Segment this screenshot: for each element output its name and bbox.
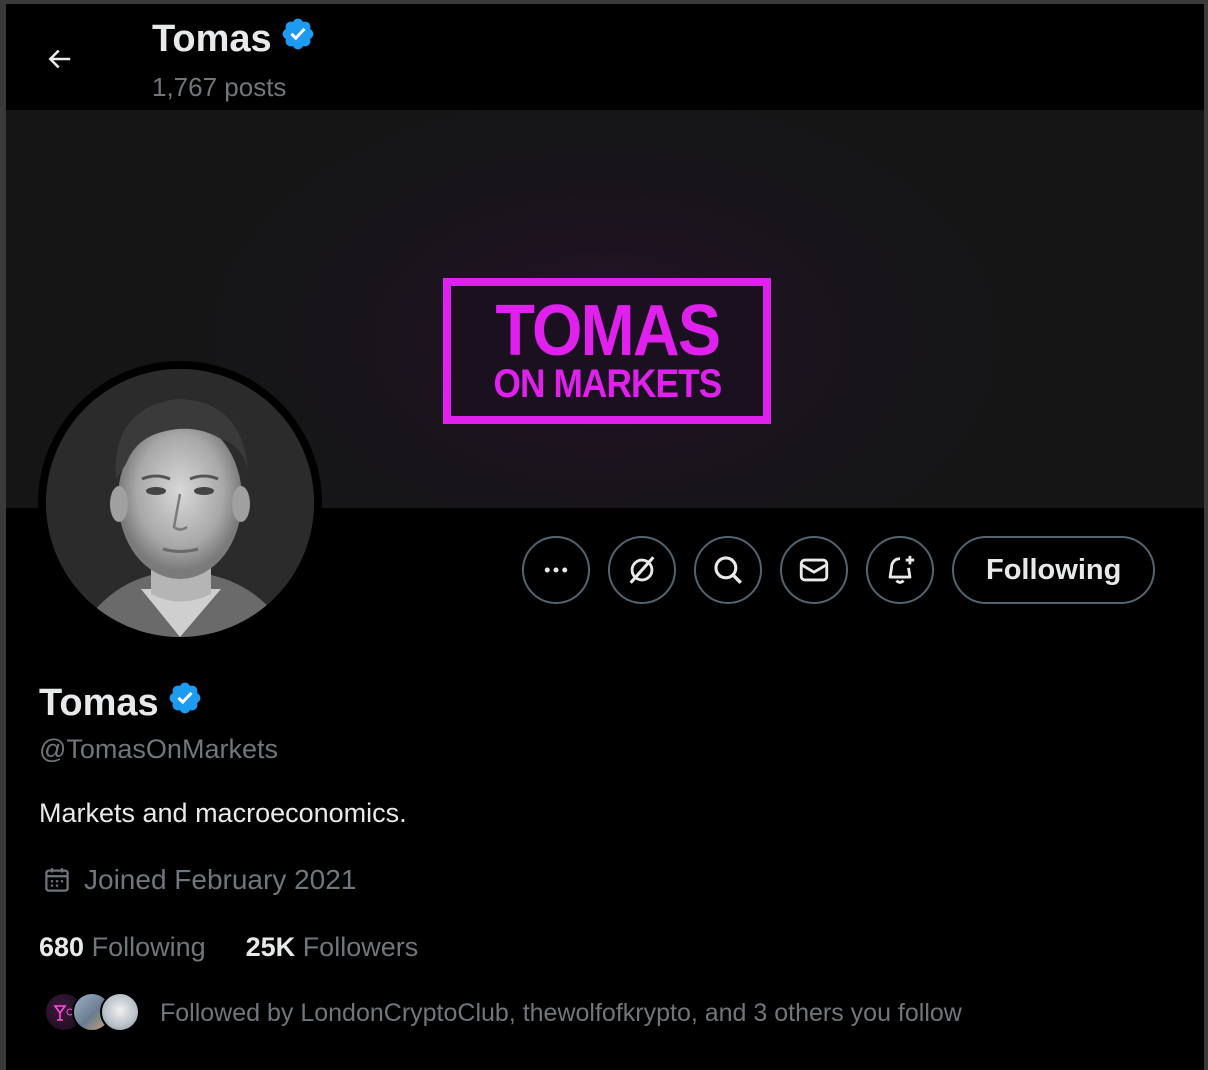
followers-stat-link[interactable]: 25K Followers: [246, 932, 419, 963]
bell-plus-icon: [888, 555, 915, 584]
post-count: 1,767 posts: [152, 72, 287, 102]
profile-name-row: Tomas: [39, 680, 203, 726]
followed-by-row[interactable]: Followed by LondonCryptoClub, thewolfofk…: [44, 990, 962, 1036]
followed-by-text: Followed by LondonCryptoClub, thewolfofk…: [160, 998, 962, 1027]
verified-badge-icon[interactable]: [167, 680, 203, 726]
banner-logo-line2: ON MARKETS: [493, 362, 722, 406]
header-name: Tomas: [152, 17, 272, 60]
calendar-icon: [45, 868, 69, 892]
verified-badge-icon[interactable]: [280, 16, 316, 62]
avatar[interactable]: [38, 361, 322, 645]
more-button[interactable]: [522, 536, 590, 604]
follow-stats: 680 Following 25K Followers: [39, 932, 418, 963]
profile-bio: Markets and macroeconomics.: [39, 798, 407, 828]
followers-count: 25K: [245, 932, 296, 962]
following-label: Following: [91, 932, 206, 962]
following-stat-link[interactable]: 680 Following: [39, 932, 206, 963]
arrow-left-icon: [48, 49, 71, 69]
search-button[interactable]: [694, 536, 762, 604]
profile-name: Tomas: [39, 681, 159, 724]
grok-icon: [629, 556, 655, 584]
grok-button[interactable]: [608, 536, 676, 604]
envelope-icon: [799, 558, 829, 582]
following-count: 680: [39, 932, 85, 962]
top-bar: Tomas 1,767 posts: [6, 4, 1204, 110]
joined-date-row: Joined February 2021: [42, 864, 356, 896]
banner-logo-line1: TOMAS: [495, 291, 721, 371]
message-button[interactable]: [780, 536, 848, 604]
joined-date: Joined February 2021: [84, 864, 357, 895]
mutual-avatars: [44, 990, 144, 1036]
profile-actions: Following: [522, 534, 1156, 606]
profile-handle: @TomasOnMarkets: [39, 734, 278, 764]
followers-label: Followers: [302, 932, 419, 962]
more-icon: [544, 567, 568, 573]
banner-logo: TOMAS ON MARKETS: [443, 278, 771, 424]
profile-page: Tomas 1,767 posts TOMAS ON MARKETS Follo…: [6, 4, 1204, 1070]
header-name-row: Tomas: [152, 16, 316, 62]
mutual-avatar: [100, 992, 140, 1032]
notify-button[interactable]: [866, 536, 934, 604]
avatar-image: [46, 369, 314, 637]
following-button[interactable]: Following: [952, 536, 1156, 604]
search-icon: [714, 556, 742, 584]
back-button[interactable]: [36, 36, 82, 82]
